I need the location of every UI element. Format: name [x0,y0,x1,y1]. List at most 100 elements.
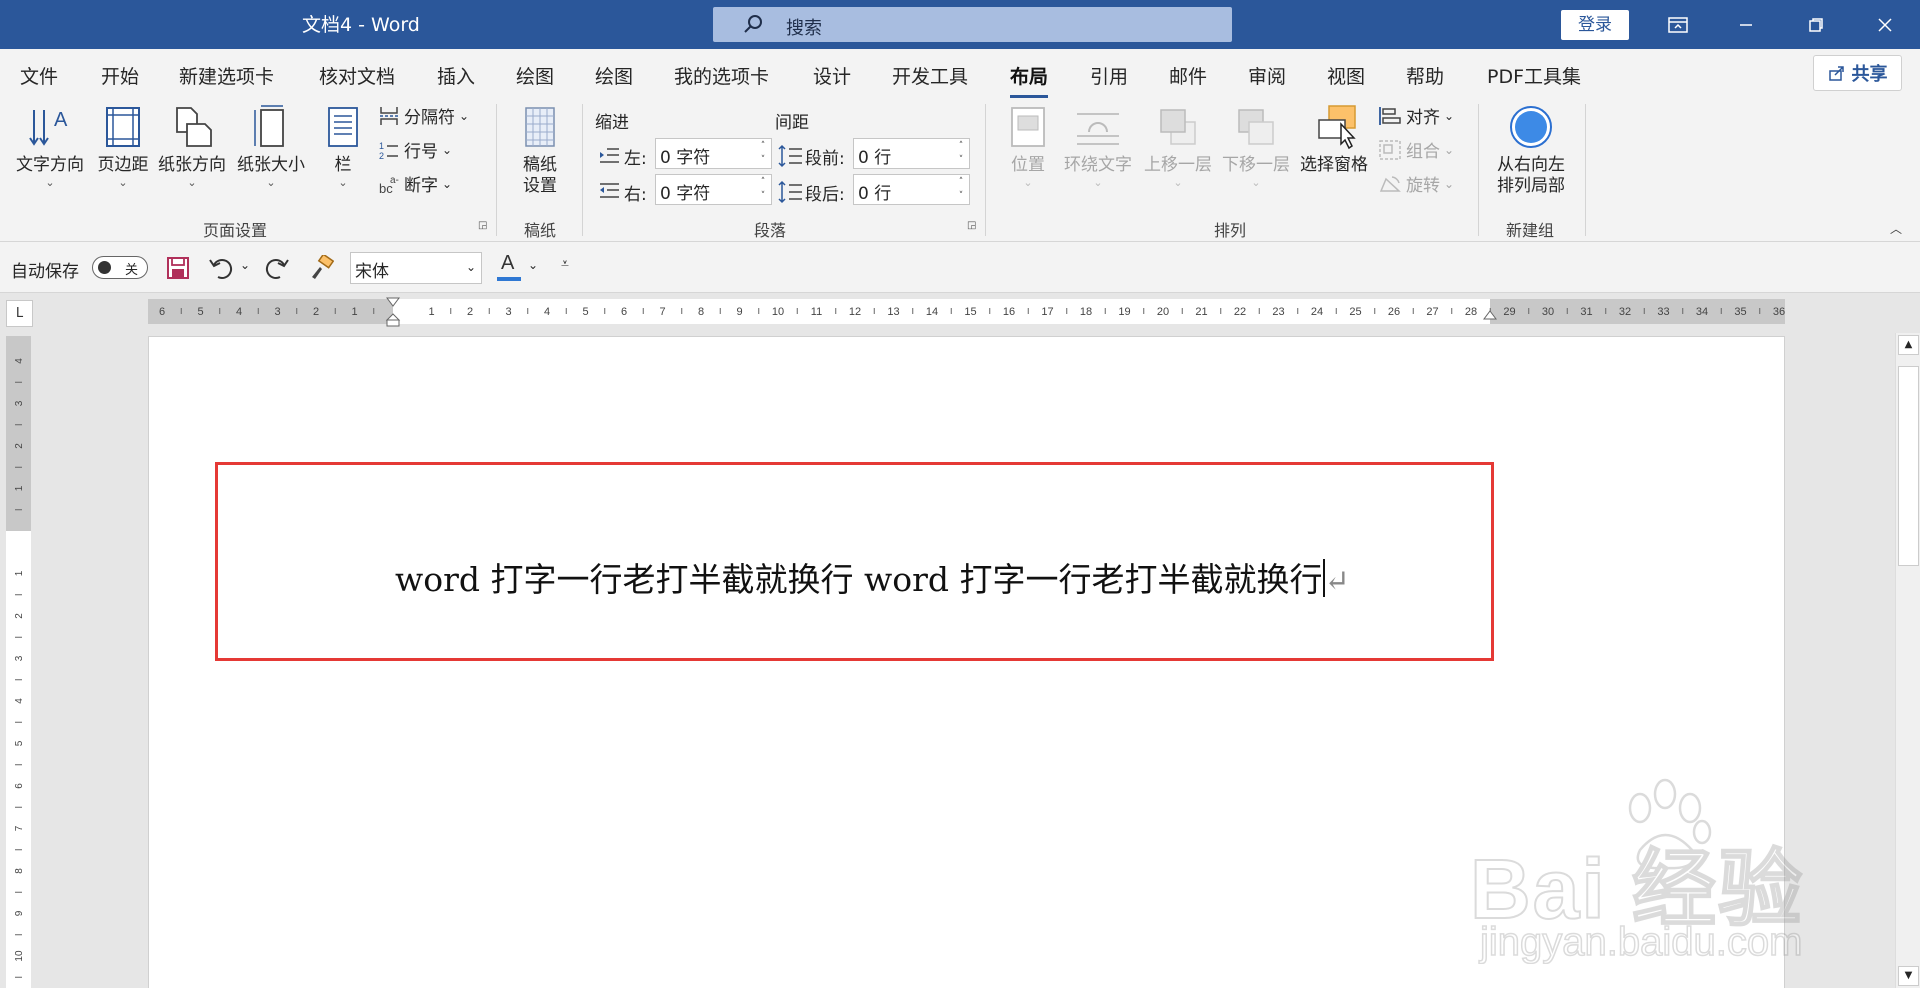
ruler-tick-label: 32 [1619,306,1631,318]
share-button[interactable]: 共享 [1813,55,1902,91]
chevron-down-icon: ⌄ [266,176,276,189]
spacing-before-input[interactable]: 0 行 ˄ ˅ [853,138,970,169]
margins-button[interactable]: 页边距 ⌄ [94,104,152,190]
save-icon[interactable] [166,256,190,280]
tab-home[interactable]: 开始 [101,62,139,89]
manuscript-settings-button[interactable]: 稿纸 设置 [512,104,568,197]
columns-button[interactable]: 栏 ⌄ [318,104,368,190]
wrap-text-label: 环绕文字 [1064,155,1132,175]
tab-draw-2[interactable]: 绘图 [595,62,633,89]
tab-file[interactable]: 文件 [20,62,58,89]
font-name-select[interactable]: 宋体 ⌄ [350,252,482,284]
rtl-layout-button[interactable]: 从右向左 排列局部 [1490,104,1572,197]
format-painter-icon[interactable] [308,255,334,281]
spin-arrows-icon[interactable]: ˄ ˅ [757,139,769,168]
orientation-button[interactable]: 纸张方向 ⌄ [156,104,228,190]
document-text-line[interactable]: word 打字一行老打半截就换行 word 打字一行老打半截就换行↵ [395,553,1350,601]
page-setup-launcher-icon[interactable]: ◲ [478,220,490,232]
ruler-tick-label: 28 [1465,306,1477,318]
chevron-down-icon: ⌄ [459,108,470,123]
spacing-label: 间距 [775,113,809,133]
tab-design[interactable]: 设计 [813,62,851,89]
ruler-tick-label: 4 [236,306,242,318]
restore-button[interactable] [1788,0,1844,49]
redo-icon[interactable] [264,255,290,281]
group-separator [496,104,497,236]
text-direction-button[interactable]: A 文字方向 ⌄ [14,104,86,190]
font-color-button[interactable]: A [497,252,525,282]
first-line-indent-marker[interactable] [385,296,401,328]
group-objects-button[interactable]: 组合 ⌄ [1378,137,1454,162]
tab-draw-1[interactable]: 绘图 [516,62,554,89]
tab-developer[interactable]: 开发工具 [892,62,968,89]
undo-icon[interactable] [208,255,234,281]
login-button[interactable]: 登录 [1561,10,1629,40]
position-label: 位置 [1011,155,1045,175]
tab-pdf-tools[interactable]: PDF工具集 [1487,62,1581,89]
ruler-tick-label: 6 [159,306,165,318]
vertical-ruler[interactable]: 4 3 2 1 1 2 3 4 5 6 7 8 9 10 [6,336,31,988]
spin-arrows-icon[interactable]: ˄ ˅ [955,175,967,204]
chevron-down-icon: ⌄ [1444,108,1455,123]
ruler-tick-label: 35 [1734,306,1746,318]
breaks-button[interactable]: 分隔符 ⌄ [378,103,469,128]
tab-references[interactable]: 引用 [1090,62,1128,89]
indent-left-value: 0 字符 [660,148,711,168]
right-indent-marker[interactable] [1482,309,1498,325]
spin-arrows-icon[interactable]: ˄ ˅ [955,139,967,168]
margins-icon [106,107,140,147]
tab-my-tab[interactable]: 我的选项卡 [674,62,769,89]
paper-size-button[interactable]: 纸张大小 ⌄ [234,104,308,190]
customize-qat-icon[interactable]: ⩡ [561,256,569,272]
ruler-tick-label: 18 [1080,306,1092,318]
ruler-tick-label: 2 [313,306,319,318]
tab-stop-selector[interactable]: L [6,300,33,327]
hyphenation-icon: bca- [379,175,399,195]
ruler-tick-label: 19 [1118,306,1130,318]
minimize-button[interactable] [1718,0,1774,49]
scroll-thumb[interactable] [1898,366,1919,566]
search-input[interactable]: 搜索 [713,7,1232,42]
line-numbers-button[interactable]: 12 行号 ⌄ [378,137,452,163]
minimize-icon [1740,23,1752,26]
horizontal-ruler[interactable]: 6 5 4 3 2 1 1 2 3 4 5 6 7 8 9 10 11 12 13 14 15 16 17 18 19 20 21 2… [148,297,1785,327]
vertical-scrollbar[interactable]: ▲ ▼ [1895,333,1920,988]
tab-view[interactable]: 视图 [1327,62,1365,89]
scroll-down-icon[interactable]: ▼ [1898,966,1919,986]
indent-right-input[interactable]: 0 字符 ˄ ˅ [655,174,772,205]
ruler-tick-label: 7 [14,825,25,831]
close-button[interactable] [1857,0,1913,49]
bring-forward-label: 上移一层 [1144,155,1212,175]
rtl-layout-icon [1510,106,1552,148]
spin-arrows-icon[interactable]: ˄ ˅ [757,175,769,204]
chevron-down-icon: ⌄ [1173,176,1183,189]
bring-forward-button[interactable]: 上移一层 ⌄ [1140,104,1216,190]
selection-pane-button[interactable]: 选择窗格 [1296,104,1372,176]
tab-new-tab[interactable]: 新建选项卡 [179,62,274,89]
position-button[interactable]: 位置 ⌄ [1000,104,1056,190]
spacing-after-value: 0 行 [858,184,892,204]
wrap-text-button[interactable]: 环绕文字 ⌄ [1060,104,1136,190]
paragraph-launcher-icon[interactable]: ◲ [967,220,979,232]
rotate-button[interactable]: 旋转 ⌄ [1378,171,1454,196]
font-color-dropdown-icon[interactable]: ⌄ [528,258,538,272]
spacing-after-input[interactable]: 0 行 ˄ ˅ [853,174,970,205]
autosave-toggle[interactable]: 关 [92,256,148,279]
tab-proofread[interactable]: 核对文档 [319,62,395,89]
group-label-page-setup: 页面设置 [202,221,267,240]
ribbon-display-options-button[interactable] [1650,0,1706,49]
hyphenation-button[interactable]: bc a- 断字 ⌄ [378,171,452,197]
tab-help[interactable]: 帮助 [1406,62,1444,89]
scroll-up-icon[interactable]: ▲ [1898,335,1919,355]
selection-pane-label: 选择窗格 [1300,155,1368,175]
align-button[interactable]: 对齐 ⌄ [1378,103,1454,128]
ruler-tick-label: 1 [14,485,25,491]
send-backward-button[interactable]: 下移一层 ⌄ [1218,104,1294,190]
collapse-ribbon-icon[interactable]: ︿ [1890,220,1902,237]
tab-review[interactable]: 审阅 [1248,62,1286,89]
tab-insert[interactable]: 插入 [437,62,475,89]
tab-mailings[interactable]: 邮件 [1169,62,1207,89]
tab-layout[interactable]: 布局 [1010,62,1049,98]
undo-dropdown-icon[interactable]: ⌄ [240,258,250,272]
indent-left-input[interactable]: 0 字符 ˄ ˅ [655,138,772,169]
